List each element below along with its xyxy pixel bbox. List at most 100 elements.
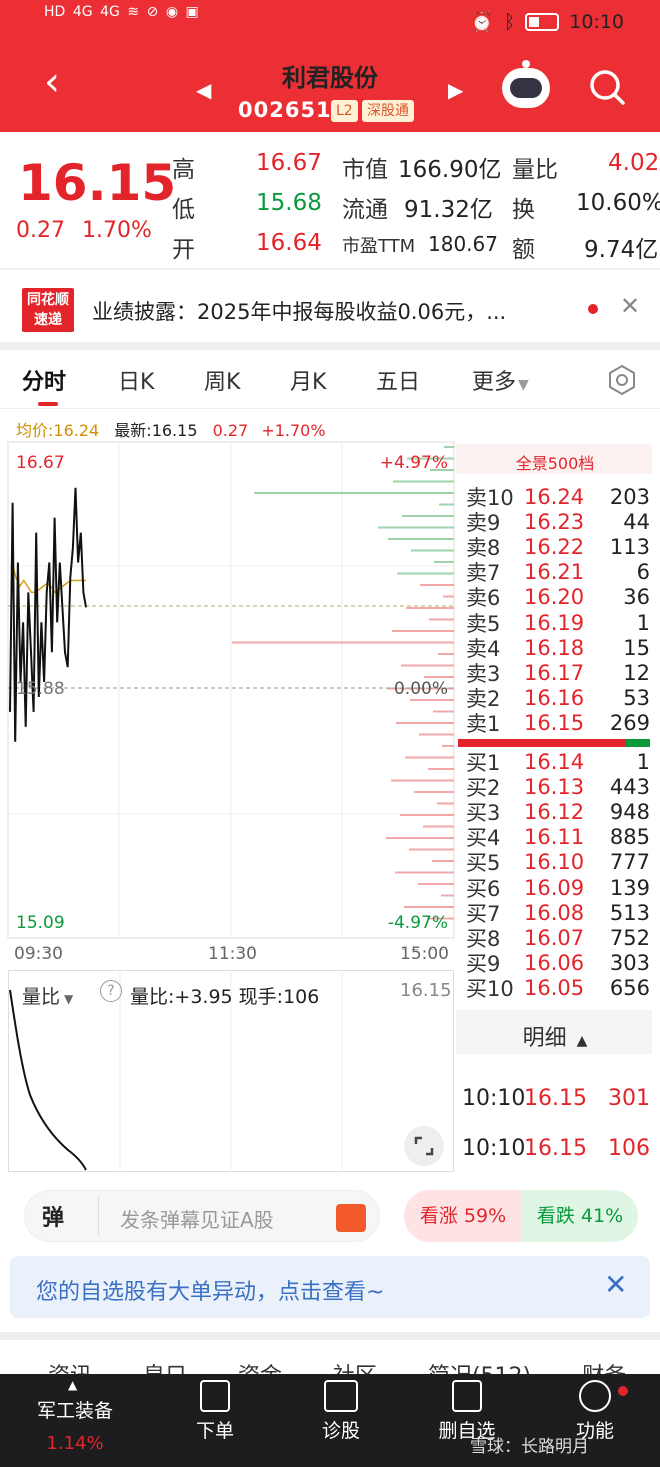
ask-level-row[interactable]: 卖6 16.20 36 (466, 585, 650, 610)
intraday-info: 均价:16.24 最新:16.15 0.27 +1.70% (16, 417, 326, 441)
tick-time: 10:10 (462, 1136, 526, 1161)
bullish-button[interactable]: 看涨 59% (404, 1190, 522, 1242)
ask-level-row[interactable]: 卖7 16.21 6 (466, 560, 650, 585)
turnover-label: 换 (512, 197, 535, 223)
bid-level-row[interactable]: 买4 16.11 885 (466, 825, 650, 850)
nav-diagnose-label: 诊股 (321, 1420, 360, 1442)
ask-level-row[interactable]: 卖8 16.22 113 (466, 534, 650, 560)
chevron-up-icon: ▲ (68, 1378, 78, 1392)
tick-price: 16.15 (524, 1086, 587, 1111)
bid-level-row[interactable]: 买6 16.09 139 (466, 875, 650, 901)
level-price: 16.23 (524, 509, 585, 534)
nav-order[interactable]: 下单 (160, 1380, 270, 1443)
notification-dot (618, 1386, 628, 1396)
robot-assistant-icon[interactable] (502, 60, 550, 108)
ask-level-row[interactable]: 卖3 16.17 12 (466, 660, 650, 686)
level-volume: 656 (609, 976, 650, 1001)
tab-monthly-k[interactable]: 月K (290, 364, 326, 396)
ask-level-row[interactable]: 卖5 16.19 1 (466, 610, 650, 636)
stock-code: 002651 (238, 98, 332, 122)
depth-bar (418, 883, 454, 885)
depth-bar (378, 526, 454, 529)
tick-time: 10:10 (462, 1086, 526, 1111)
level-price: 16.05 (524, 976, 585, 1001)
buy-sell-ratio-green (626, 739, 650, 747)
chevron-down-icon: ▼ (518, 377, 529, 393)
info-pct: +1.70% (261, 421, 326, 440)
market-cap-label: 市值 (342, 157, 388, 183)
depth-bar (411, 549, 454, 552)
indicator-selector[interactable]: 量比 ▼ (22, 982, 73, 1009)
bid-level-row[interactable]: 买8 16.07 752 (466, 925, 650, 951)
ask-level-row[interactable]: 卖10 16.24 203 (466, 484, 650, 510)
ask-level-row[interactable]: 卖4 16.18 15 (466, 635, 650, 661)
gift-icon[interactable] (336, 1204, 366, 1232)
stock-name: 利君股份 (282, 64, 378, 92)
bid-level-row[interactable]: 买1 16.14 1 (466, 749, 650, 775)
ask-level-row[interactable]: 卖2 16.16 53 (466, 686, 650, 711)
next-stock-icon[interactable]: ▶ (448, 78, 463, 102)
tab-weekly-k[interactable]: 周K (204, 364, 240, 396)
level-price: 16.18 (524, 635, 585, 660)
level-price: 16.21 (524, 560, 585, 585)
diagnose-icon (324, 1380, 358, 1412)
news-headline[interactable]: 业绩披露：2025年中报每股收益0.06元，... (92, 296, 506, 326)
bid-level-row[interactable]: 买7 16.08 513 (466, 900, 650, 926)
search-icon[interactable] (588, 68, 626, 106)
fullscreen-icon[interactable] (404, 1126, 444, 1166)
level-price: 16.08 (524, 900, 585, 925)
level-price: 16.15 (524, 711, 585, 736)
pe-label: 市盈TTM (342, 236, 416, 257)
bid-level-row[interactable]: 买2 16.13 443 (466, 774, 650, 800)
danmu-toggle-icon[interactable]: 弹 (42, 1200, 64, 1232)
level-volume: 777 (609, 850, 650, 875)
level-price: 16.13 (524, 774, 585, 799)
sub-tab-strip[interactable]: 资讯 帛只 资金 社区 简况(512) 财务 (0, 1360, 660, 1374)
help-icon[interactable]: ? (100, 980, 122, 1002)
ask-level-row[interactable]: 卖1 16.15 269 (466, 711, 650, 736)
level-price: 16.12 (524, 799, 585, 824)
depth-bar (393, 480, 454, 483)
depth-bar (402, 515, 454, 517)
close-icon[interactable]: ✕ (604, 1268, 627, 1301)
low-value: 15.68 (256, 190, 322, 216)
depth-bar (397, 572, 454, 575)
news-logo: 同花顺 速递 (22, 288, 74, 332)
depth-bar (406, 607, 454, 609)
mingxi-label: 明细 (522, 1026, 567, 1051)
level-price: 16.24 (524, 484, 585, 509)
trade-detail-toggle[interactable]: 明细 ▲ (460, 1020, 650, 1052)
depth-bar (423, 825, 454, 828)
bid-level-row[interactable]: 买5 16.10 777 (466, 850, 650, 875)
close-icon[interactable]: ✕ (620, 292, 640, 320)
nav-sector-item[interactable]: 军工装备 1.14% (20, 1396, 130, 1454)
orderbook-title[interactable]: 全景500档 (460, 450, 650, 474)
level-volume: 885 (609, 825, 650, 850)
nav-diagnose[interactable]: 诊股 (286, 1380, 396, 1443)
tab-intraday[interactable]: 分时 (22, 364, 66, 396)
level-price: 16.14 (524, 749, 585, 774)
level-price: 16.17 (524, 660, 585, 685)
change-value: 0.27 (16, 218, 65, 243)
alert-text[interactable]: 您的自选股有大单异动，点击查看~ (36, 1274, 384, 1306)
bid-level-row[interactable]: 买10 16.05 656 (466, 976, 650, 1001)
link-icon: ⊘ (146, 4, 159, 20)
tick-volume: 301 (608, 1086, 650, 1111)
level-volume: 36 (623, 585, 650, 610)
ask-level-row[interactable]: 卖9 16.23 44 (466, 509, 650, 535)
danmu-placeholder[interactable]: 发条弹幕见证A股 (120, 1204, 274, 1233)
tab-five-day[interactable]: 五日 (376, 364, 420, 396)
depth-bar (414, 791, 454, 793)
level-volume: 752 (609, 925, 650, 950)
signal-4g-icon: 4G (72, 4, 93, 20)
tab-more[interactable]: 更多 ▼ (472, 364, 529, 396)
bid-level-row[interactable]: 买9 16.06 303 (466, 951, 650, 976)
bid-level-row[interactable]: 买3 16.12 948 (466, 799, 650, 825)
depth-bar (438, 653, 454, 655)
bearish-button[interactable]: 看跌 41% (522, 1190, 638, 1242)
tab-daily-k[interactable]: 日K (118, 364, 154, 396)
settings-icon[interactable] (606, 364, 638, 396)
tab-more-label: 更多 (472, 370, 517, 395)
level-volume: 1 (636, 610, 650, 635)
level-volume: 1 (636, 749, 650, 774)
